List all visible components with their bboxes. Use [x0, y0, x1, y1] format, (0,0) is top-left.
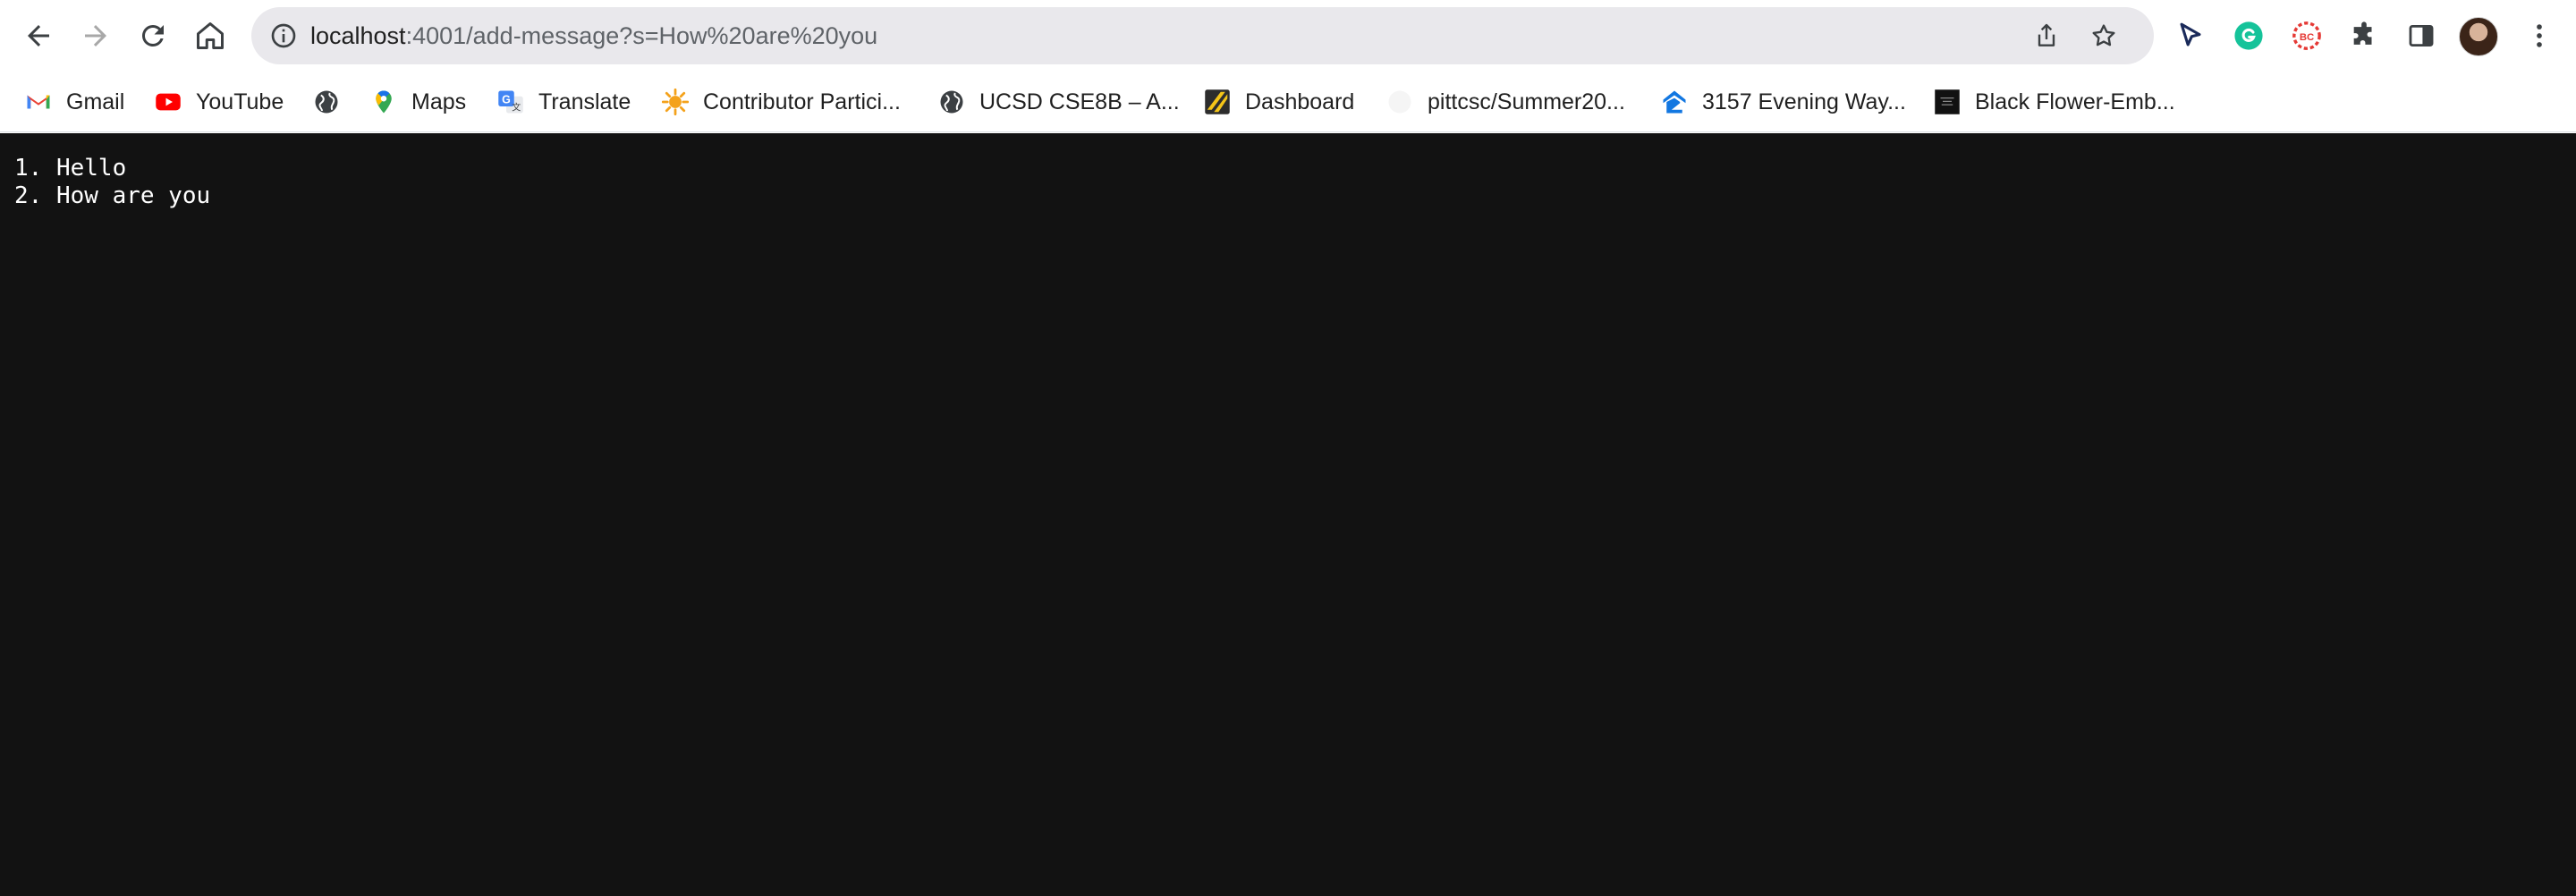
bookmark-black-flower[interactable]: Black Flower-Emb...: [1934, 80, 2175, 123]
bookmark-pittcsc[interactable]: pittcsc/Summer20...: [1386, 80, 1625, 123]
bookmark-maps[interactable]: Maps: [370, 80, 466, 123]
bookmark-label: 3157 Evening Way...: [1702, 89, 1906, 114]
youtube-icon: [155, 89, 182, 115]
extension-cursor-button[interactable]: [2169, 14, 2212, 57]
globe-icon: [938, 89, 965, 115]
translate-icon: G 文: [497, 89, 524, 115]
message-list: 1. Hello 2. How are you: [14, 155, 210, 210]
dashboard-icon: [1204, 89, 1231, 115]
extensions-button[interactable]: [2343, 14, 2385, 57]
share-button[interactable]: [2027, 16, 2066, 55]
share-icon: [2038, 23, 2055, 46]
bookmark-translate[interactable]: G 文 Translate: [497, 80, 631, 123]
zillow-icon: [1661, 89, 1688, 115]
more-vertical-icon: [2537, 24, 2542, 47]
github-icon: [1386, 89, 1413, 115]
bookmark-dashboard[interactable]: Dashboard: [1204, 80, 1354, 123]
svg-text:BC: BC: [2300, 32, 2314, 43]
profile-avatar[interactable]: [2459, 17, 2498, 56]
svg-text:文: 文: [512, 101, 521, 113]
sun-icon: [662, 89, 689, 115]
bookmark-youtube[interactable]: YouTube: [155, 80, 284, 123]
bookmark-label: Gmail: [66, 89, 125, 114]
globe-icon: [313, 89, 340, 115]
bookmark-label: UCSD CSE8B – A...: [979, 89, 1180, 114]
bookmark-zillow[interactable]: 3157 Evening Way...: [1661, 80, 1906, 123]
reload-icon: [141, 24, 164, 46]
bookmark-label: YouTube: [196, 89, 284, 114]
side-panel-button[interactable]: [2400, 14, 2443, 57]
store-icon: [1934, 89, 1961, 115]
bookmarks-bar: Gmail YouTube Maps G 文 Translate Contrib…: [0, 72, 2576, 132]
message-item: 2. How are you: [14, 182, 211, 209]
grammarly-extension-button[interactable]: [2227, 14, 2270, 57]
grammarly-icon: [2234, 21, 2263, 50]
site-info-icon[interactable]: [269, 21, 298, 50]
page-content: 1. Hello 2. How are you: [0, 133, 2576, 896]
reload-button[interactable]: [128, 11, 178, 61]
bookmark-label: Maps: [411, 89, 467, 114]
address-bar[interactable]: localhost:4001/add-message?s=How%20are%2…: [251, 7, 2154, 64]
browser-menu-button[interactable]: [2518, 14, 2561, 57]
bookmark-label: Dashboard: [1245, 89, 1355, 114]
bc-badge-icon: BC: [2292, 21, 2321, 50]
star-icon: [2092, 24, 2115, 46]
bookmark-ucsd[interactable]: UCSD CSE8B – A...: [938, 80, 1180, 123]
browser-toolbar: localhost:4001/add-message?s=How%20are%2…: [0, 0, 2576, 72]
arrow-right-icon: [85, 25, 106, 46]
bookmark-label: Black Flower-Emb...: [1975, 89, 2175, 114]
url-text[interactable]: localhost:4001/add-message?s=How%20are%2…: [310, 7, 877, 64]
message-item: 1. Hello: [14, 155, 127, 182]
bookmark-contributor[interactable]: Contributor Partici...: [662, 80, 901, 123]
url-path: :4001/add-message?s=How%20are%20you: [405, 22, 878, 49]
home-icon: [197, 22, 224, 49]
forward-button[interactable]: [71, 11, 121, 61]
puzzle-icon: [2353, 21, 2372, 45]
cursor-arrow-icon: [2180, 22, 2201, 46]
bookmark-label: Contributor Partici...: [703, 89, 901, 114]
bc-extension-button[interactable]: BC: [2285, 14, 2328, 57]
arrow-left-icon: [28, 25, 49, 46]
side-panel-icon: [2409, 24, 2434, 47]
maps-icon: [370, 89, 397, 115]
gmail-icon: [25, 89, 52, 115]
bookmark-label: Translate: [538, 89, 631, 114]
url-host: localhost: [310, 22, 406, 49]
bookmark-star-button[interactable]: [2084, 16, 2123, 55]
back-button[interactable]: [13, 11, 64, 61]
bookmark-globe[interactable]: [313, 80, 340, 123]
bookmark-gmail[interactable]: Gmail: [25, 80, 124, 123]
svg-text:G: G: [502, 93, 511, 106]
bookmark-label: pittcsc/Summer20...: [1428, 89, 1625, 114]
home-button[interactable]: [185, 11, 235, 61]
